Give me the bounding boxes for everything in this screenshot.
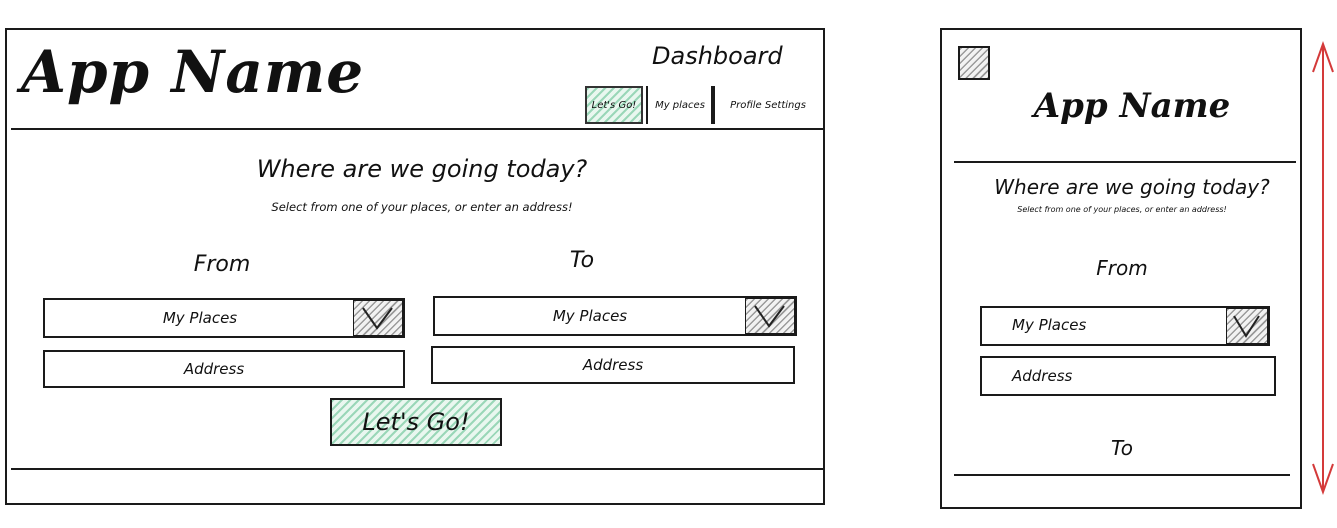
to-places-select[interactable]: My Places [433,296,797,336]
page-subheading: Select from one of your places, or enter… [1017,205,1227,214]
nav-divider [711,86,715,124]
from-label: From [1096,256,1148,280]
from-label: From [193,252,251,277]
desktop-frame: App Name Dashboard Let's Go! My places P… [5,28,825,505]
mobile-frame: App Name Where are we going today? Selec… [940,28,1302,509]
chevron-down-icon[interactable] [353,300,403,336]
to-address-placeholder: Address [582,356,644,374]
footer-divider [11,468,825,470]
nav-profile-settings[interactable]: Profile Settings [716,86,820,124]
app-name: App Name [1033,86,1231,126]
page-heading: Where are we going today? [256,155,588,183]
header-divider [11,128,825,130]
nav-my-places[interactable]: My places [649,86,711,124]
chevron-down-icon[interactable] [1226,308,1268,344]
page-subheading: Select from one of your places, or enter… [271,200,573,214]
page-heading: Where are we going today? [994,175,1270,199]
from-places-select[interactable]: My Places [43,298,405,338]
to-places-value: My Places [552,307,628,325]
nav-profile-settings-label: Profile Settings [730,99,806,111]
header-divider [954,161,1296,163]
menu-icon[interactable] [958,46,990,80]
from-address-input[interactable]: Address [980,356,1276,396]
to-address-input[interactable]: Address [431,346,795,384]
nav-lets-go-label: Let's Go! [591,99,637,111]
chevron-down-icon[interactable] [745,298,795,334]
to-label: To [569,248,595,273]
nav-my-places-label: My places [655,99,705,111]
app-name: App Name [21,38,365,106]
footer-divider [954,474,1290,476]
from-address-placeholder: Address [1012,367,1073,385]
to-label: To [1111,436,1133,460]
from-places-select[interactable]: My Places [980,306,1270,346]
lets-go-button[interactable]: Let's Go! [330,398,502,446]
from-places-value: My Places [162,309,238,327]
from-address-input[interactable]: Address [43,350,405,388]
scroll-arrow-icon [1312,41,1334,495]
nav-divider [646,86,648,124]
nav-lets-go[interactable]: Let's Go! [585,86,643,124]
from-places-value: My Places [1012,316,1087,334]
dashboard-title: Dashboard [652,42,783,70]
from-address-placeholder: Address [183,360,245,378]
lets-go-button-label: Let's Go! [362,408,470,436]
